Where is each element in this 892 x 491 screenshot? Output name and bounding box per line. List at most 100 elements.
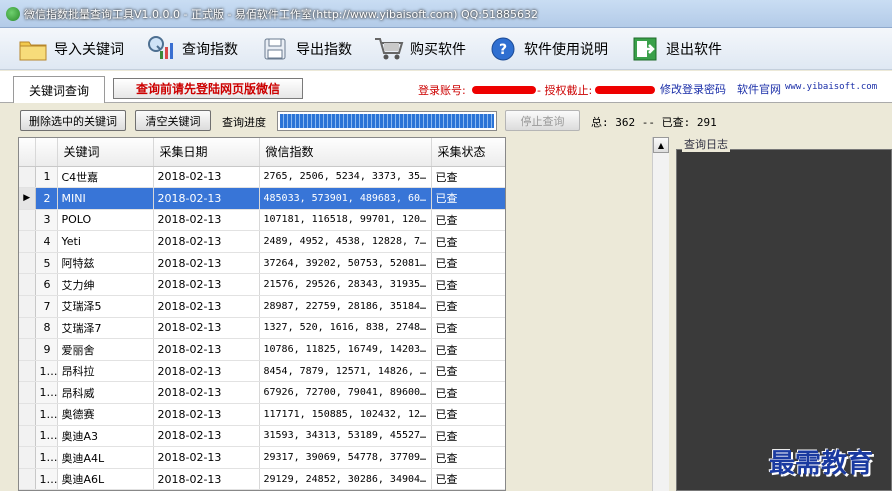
cell-date: 2018-02-13 [153,403,260,426]
cell-status: 已查 [431,230,505,253]
import-keywords-label: 导入关键词 [54,41,124,58]
table-row[interactable]: 15 奥迪A6L 2018-02-13 29129, 24852, 30286, 34… [19,468,505,490]
redacted-expiry [595,86,655,94]
magnifier-chart-icon [146,34,176,64]
vertical-scrollbar[interactable]: ▲ [652,137,669,491]
cell-status: 已查 [431,338,505,361]
row-number: 13 [35,425,58,448]
cell-keyword: 艾瑞泽7 [57,317,154,340]
delete-selected-button[interactable]: 删除选中的关键词 [20,110,126,131]
tab-row: 关键词查询 查询前请先登陆网页版微信 登录账号: - 授权截止: 修改登录密码 … [0,71,892,103]
help-button[interactable]: ? 软件使用说明 [488,34,608,64]
folder-icon [18,34,48,64]
table-row[interactable]: 10 昂科拉 2018-02-13 8454, 7879, 12571, 14826,… [19,360,505,383]
row-number: 15 [35,468,58,490]
row-indicator [19,295,36,318]
change-password-link[interactable]: 修改登录密码 [660,81,726,97]
table-row[interactable]: 5 阿特兹 2018-02-13 37264, 39202, 50753, 52081… [19,252,505,275]
table-row[interactable]: 11 昂科威 2018-02-13 67926, 72700, 79041, 8960… [19,381,505,405]
table-row[interactable]: 13 奥迪A3 2018-02-13 31593, 34313, 53189, 455… [19,425,505,448]
table-row[interactable]: 6 艾力绅 2018-02-13 21576, 29526, 28343, 31935… [19,273,505,297]
table-row[interactable]: 3 POLO 2018-02-13 107181, 116518, 99701, 12… [19,209,505,232]
cell-status: 已查 [431,360,505,383]
cell-date: 2018-02-13 [153,446,260,469]
row-number: 9 [35,338,58,361]
exit-label: 退出软件 [666,41,722,58]
row-number: 12 [35,403,58,426]
table-row[interactable]: ▶ 2 MINI 2018-02-13 485033, 573901, 489683, … [19,187,505,210]
cell-index: 8454, 7879, 12571, 14826, 1306... [259,360,432,383]
row-number: 8 [35,317,58,340]
table-row[interactable]: 12 奥德赛 2018-02-13 117171, 150885, 102432, 1… [19,403,505,426]
row-number: 5 [35,252,58,275]
row-indicator [19,273,36,297]
clear-keywords-button[interactable]: 清空关键词 [135,110,211,131]
row-indicator [19,230,36,253]
row-indicator [19,252,36,275]
website-url[interactable]: www.yibaisoft.com [785,82,877,92]
table-row[interactable]: 7 艾瑞泽5 2018-02-13 28987, 22759, 28186, 3518… [19,295,505,318]
question-icon: ? [488,34,518,64]
table-row[interactable]: 1 C4世嘉 2018-02-13 2765, 2506, 5234, 3373, 3… [19,166,505,189]
cell-index: 107181, 116518, 99701, 120196... [259,209,432,232]
row-indicator [19,468,36,490]
cell-keyword: MINI [57,187,154,210]
header-status[interactable]: 采集状态 [431,138,505,167]
keyword-grid[interactable]: 关键词 采集日期 微信指数 采集状态 1 C4世嘉 2018-02-13 2765, … [18,137,506,491]
log-textarea[interactable] [676,149,892,491]
row-indicator [19,209,36,232]
current-row-indicator-icon: ▶ [19,187,36,210]
cell-index: 485033, 573901, 489683, 60866... [259,187,432,210]
cell-index: 29317, 39069, 54778, 37709, 37... [259,446,432,469]
header-keyword[interactable]: 关键词 [57,138,154,167]
cell-date: 2018-02-13 [153,317,260,340]
export-index-label: 导出指数 [296,41,352,58]
website-link[interactable]: 软件官网 [737,81,781,97]
watermark-logo: 最需教育 [769,449,874,479]
table-row[interactable]: 14 奥迪A4L 2018-02-13 29317, 39069, 54778, 37… [19,446,505,469]
row-number: 4 [35,230,58,253]
cell-status: 已查 [431,425,505,448]
exit-button[interactable]: 退出软件 [630,34,722,64]
cell-index: 2489, 4952, 4538, 12828, 7016,... [259,230,432,253]
query-index-button[interactable]: 查询指数 [146,34,238,64]
cell-index: 117171, 150885, 102432, 12249... [259,403,432,426]
progress-fill [280,114,494,128]
table-header-row: 关键词 采集日期 微信指数 采集状态 [19,138,505,167]
cell-date: 2018-02-13 [153,209,260,232]
exit-door-icon [630,34,660,64]
shopping-cart-icon [374,34,404,64]
login-web-wechat-button[interactable]: 查询前请先登陆网页版微信 [113,78,303,99]
cell-keyword: Yeti [57,230,154,253]
cell-index: 29129, 24852, 30286, 34904, 64... [259,468,432,490]
table-row[interactable]: 8 艾瑞泽7 2018-02-13 1327, 520, 1616, 838, 274… [19,317,505,340]
table-row[interactable]: 9 爱丽舍 2018-02-13 10786, 11825, 16749, 14203… [19,338,505,361]
row-number: 6 [35,273,58,297]
row-indicator [19,166,36,189]
header-index[interactable]: 微信指数 [259,138,432,167]
row-indicator [19,360,36,383]
cell-date: 2018-02-13 [153,252,260,275]
header-date[interactable]: 采集日期 [153,138,260,167]
cell-index: 37264, 39202, 50753, 52081, 59... [259,252,432,275]
cell-index: 1327, 520, 1616, 838, 2748, 260... [259,317,432,340]
row-number: 7 [35,295,58,318]
cell-date: 2018-02-13 [153,166,260,189]
cell-status: 已查 [431,317,505,340]
cell-keyword: POLO [57,209,154,232]
scroll-up-icon[interactable]: ▲ [653,137,669,153]
row-indicator [19,381,36,405]
controls-row: 删除选中的关键词 清空关键词 查询进度 停止查询 总: 362 -- 已查: 2… [0,103,892,135]
table-row[interactable]: 4 Yeti 2018-02-13 2489, 4952, 4538, 12828, … [19,230,505,253]
cell-index: 21576, 29526, 28343, 31935, 38... [259,273,432,297]
import-keywords-button[interactable]: 导入关键词 [18,34,124,64]
stop-query-button[interactable]: 停止查询 [505,110,580,131]
cell-date: 2018-02-13 [153,381,260,405]
cell-status: 已查 [431,187,505,210]
export-index-button[interactable]: 导出指数 [260,34,352,64]
cell-keyword: 奥迪A3 [57,425,154,448]
tab-keyword-query[interactable]: 关键词查询 [13,76,105,103]
cell-status: 已查 [431,381,505,405]
cell-date: 2018-02-13 [153,360,260,383]
buy-software-button[interactable]: 购买软件 [374,34,466,64]
